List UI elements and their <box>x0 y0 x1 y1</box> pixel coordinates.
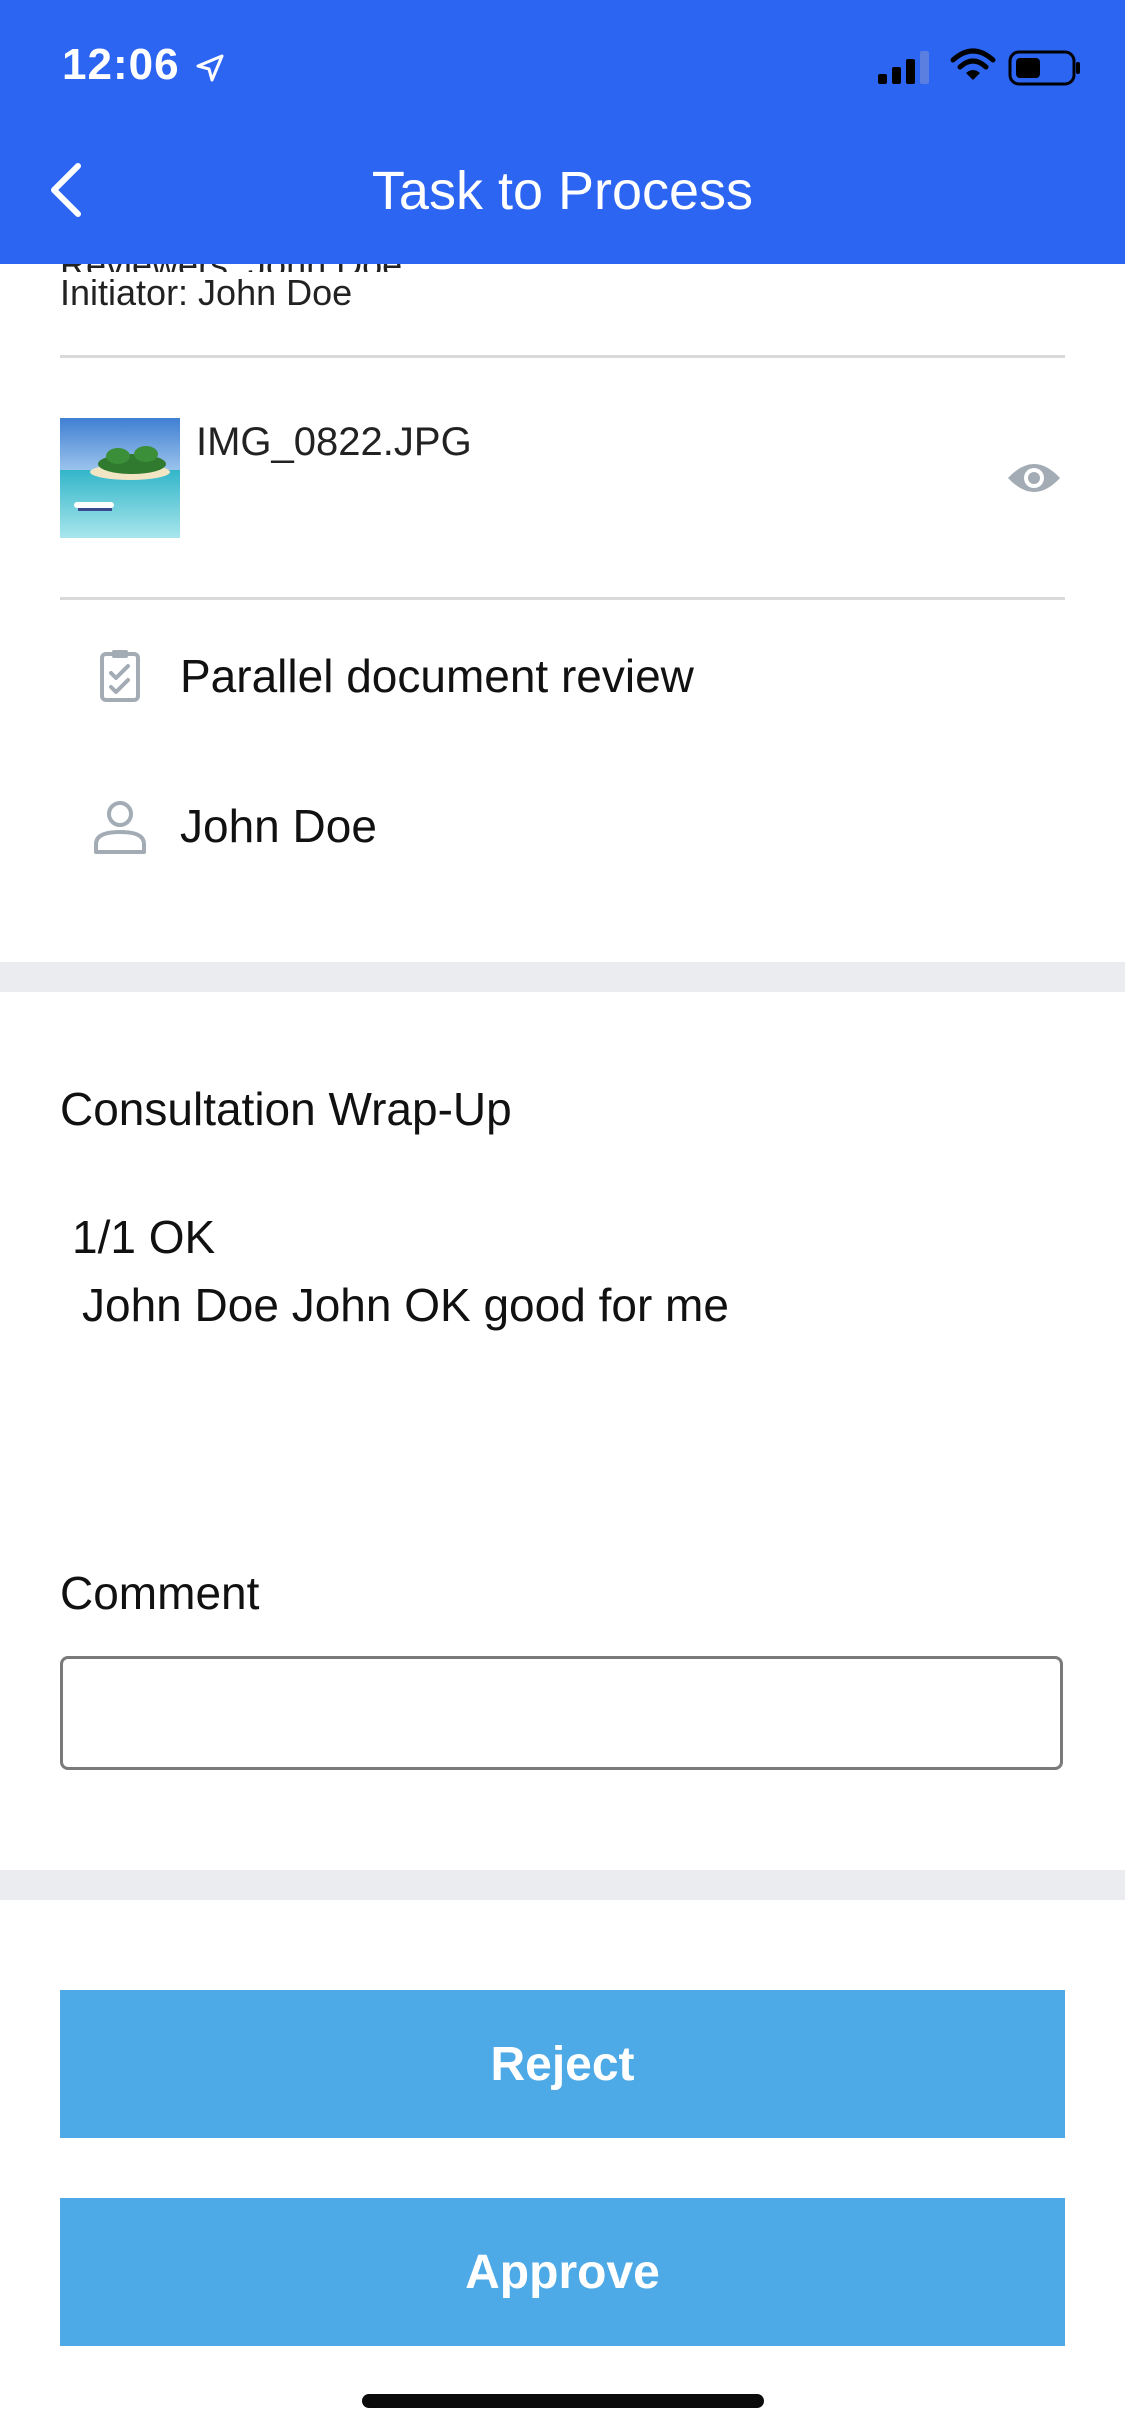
assignee-label: John Doe <box>180 800 377 852</box>
divider <box>60 597 1065 600</box>
home-indicator <box>362 2394 764 2408</box>
wrapup-title: Consultation Wrap-Up <box>60 1083 512 1135</box>
location-arrow-icon <box>196 54 224 82</box>
comment-label: Comment <box>60 1567 260 1619</box>
workflow-row: Parallel document review <box>90 636 694 716</box>
eye-icon[interactable] <box>1006 458 1062 498</box>
attachment-filename: IMG_0822.JPG <box>196 420 472 464</box>
approve-button[interactable]: Approve <box>60 2198 1065 2346</box>
workflow-label: Parallel document review <box>180 650 694 702</box>
app-header: 12:06 Task to Process <box>0 0 1125 264</box>
assignee-row: John Doe <box>90 786 377 866</box>
page-title: Task to Process <box>371 161 754 221</box>
wifi-icon <box>950 48 996 80</box>
checklist-icon <box>100 650 140 702</box>
wrapup-summary: 1/1 OK <box>72 1211 216 1263</box>
wrapup-detail: John Doe John OK good for me <box>82 1279 729 1331</box>
section-separator <box>0 1870 1125 1900</box>
reject-button[interactable]: Reject <box>60 1990 1065 2138</box>
status-time: 12:06 <box>62 40 180 89</box>
comment-input[interactable] <box>60 1656 1063 1770</box>
signal-icon <box>878 51 929 84</box>
divider <box>60 355 1065 358</box>
island-image <box>60 418 180 538</box>
section-separator <box>0 962 1125 992</box>
attachment-thumbnail[interactable] <box>60 418 180 538</box>
initiator-text: Initiator: John Doe <box>60 272 353 313</box>
person-icon <box>94 801 146 854</box>
battery-icon <box>1008 50 1080 86</box>
